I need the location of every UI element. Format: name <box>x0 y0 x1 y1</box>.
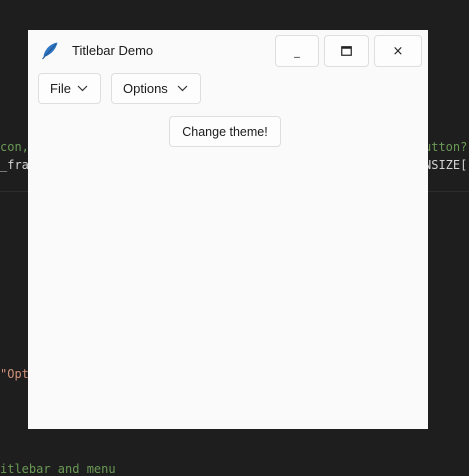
code-fragment: con, <box>0 140 29 154</box>
close-icon: × <box>392 43 404 59</box>
close-button[interactable]: × <box>374 35 422 67</box>
minimize-button[interactable]: _ <box>275 35 319 67</box>
change-theme-button[interactable]: Change theme! <box>169 116 281 147</box>
window-title: Titlebar Demo <box>72 43 154 58</box>
maximize-button[interactable] <box>324 35 369 67</box>
maximize-icon <box>341 46 352 56</box>
options-menu-label: Options <box>123 81 168 96</box>
code-fragment: NSIZE[ <box>424 158 468 172</box>
change-theme-label: Change theme! <box>182 124 268 139</box>
code-fragment: utton? <box>424 140 468 154</box>
app-window: Titlebar Demo _ × File Options Change th… <box>28 30 428 429</box>
code-fragment: itlebar and menu <box>0 462 116 476</box>
titlebar[interactable]: Titlebar Demo _ × <box>28 30 428 70</box>
chevron-down-icon <box>177 85 188 92</box>
code-fragment: _fra <box>0 158 29 172</box>
file-menu-label: File <box>50 81 71 96</box>
file-menu-button[interactable]: File <box>38 73 101 104</box>
chevron-down-icon <box>77 85 88 92</box>
code-fragment: "Opt <box>0 367 29 381</box>
options-menu-button[interactable]: Options <box>111 73 201 104</box>
feather-icon <box>42 42 58 60</box>
minimize-glyph: _ <box>294 44 300 58</box>
